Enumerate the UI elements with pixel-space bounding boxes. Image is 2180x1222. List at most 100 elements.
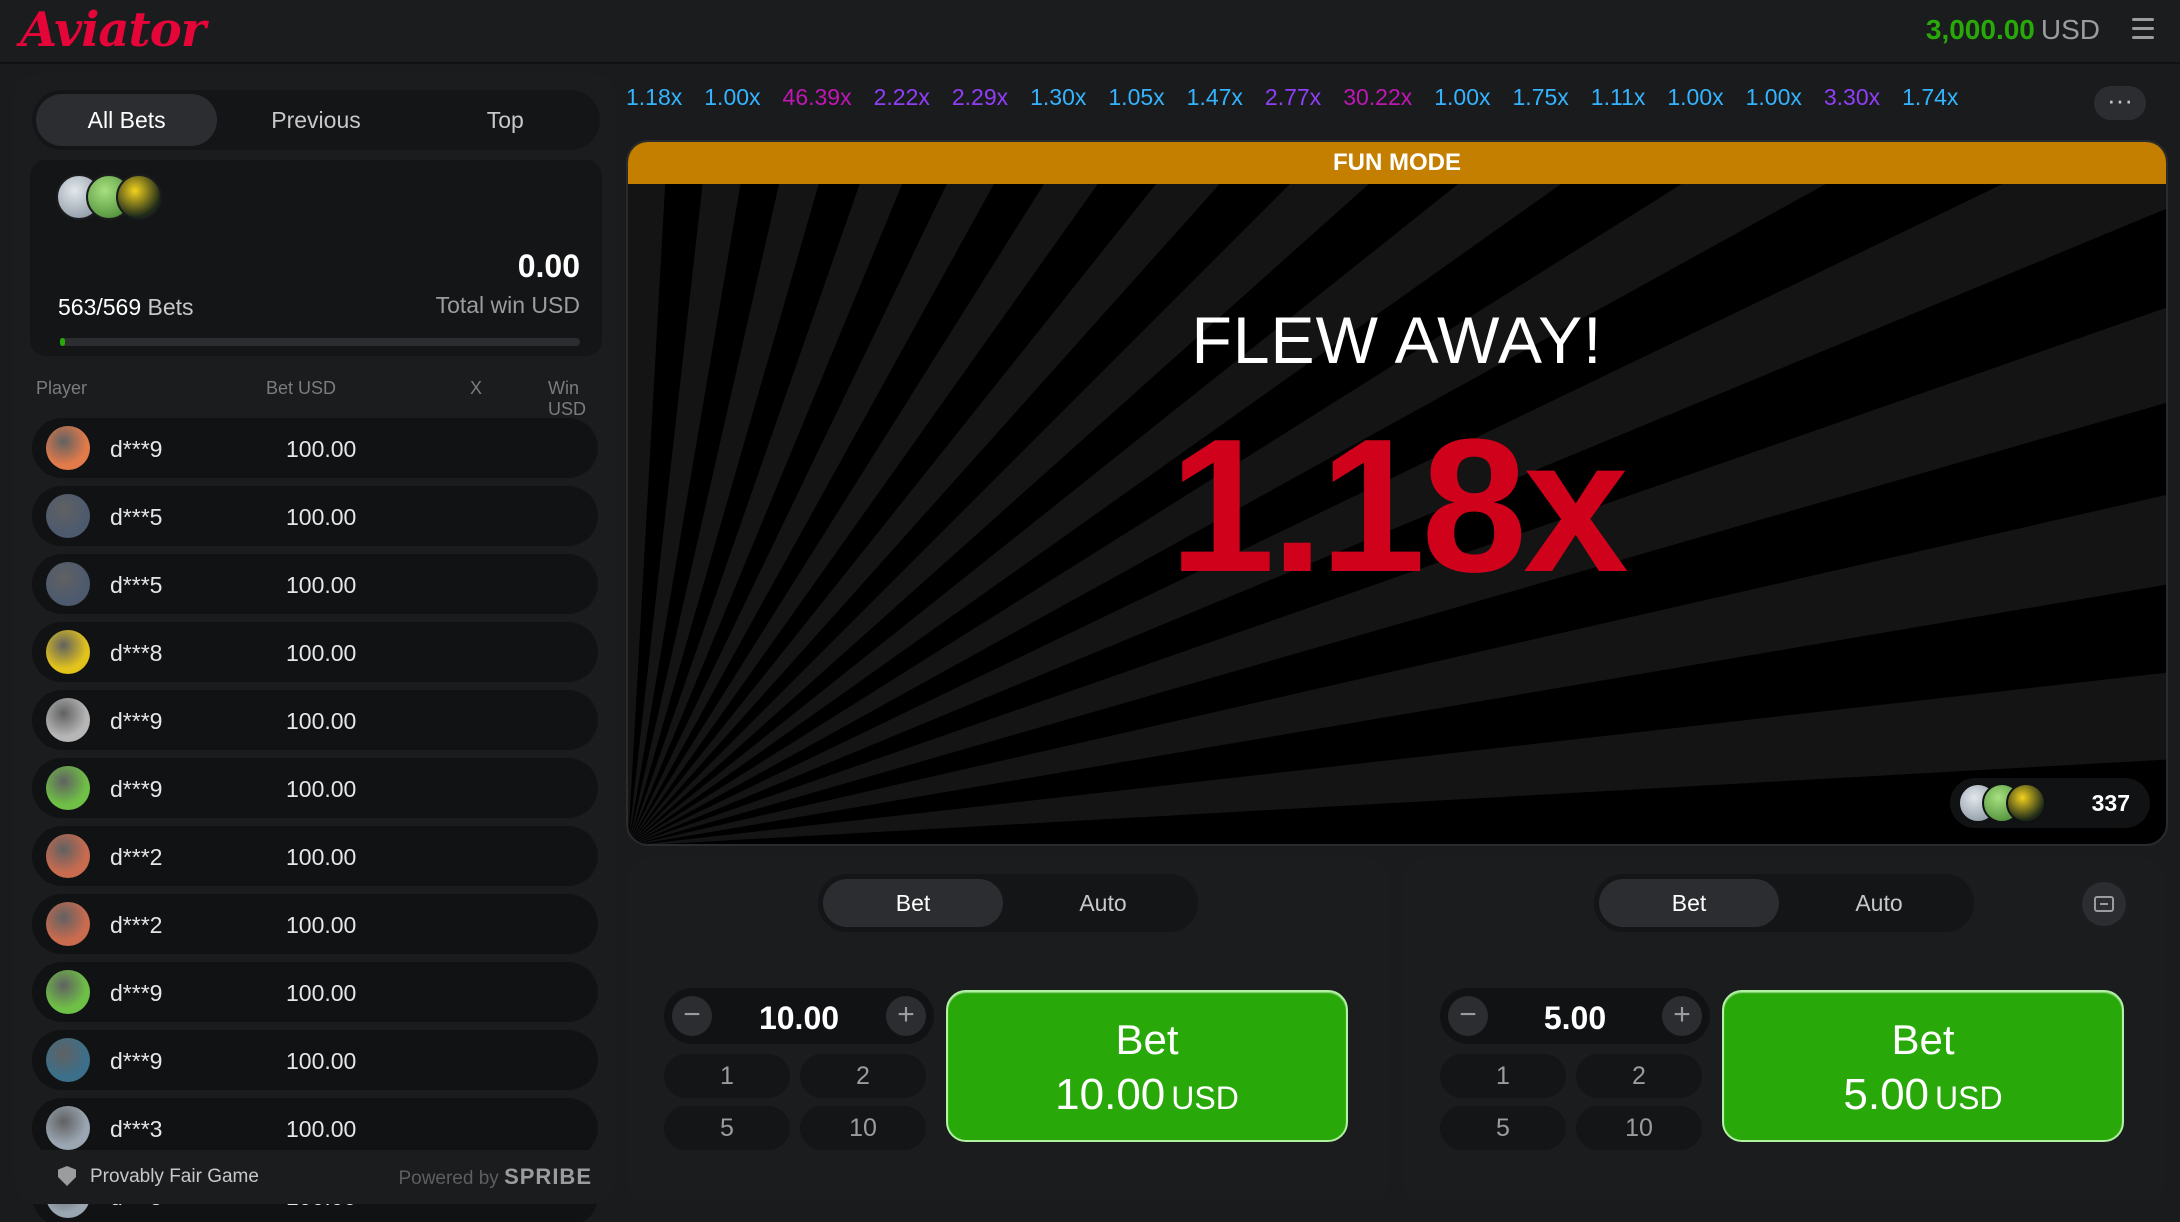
history-multiplier: 30.22x — [1343, 84, 1413, 110]
total-win-label: Total win USD — [435, 292, 580, 318]
avatar — [46, 630, 90, 674]
players-online: 337 — [1950, 778, 2150, 828]
bets-table-header: Player Bet USD X Win USD — [22, 374, 616, 419]
history-multiplier: 1.74x — [1902, 84, 1959, 110]
history-multiplier: 1.00x — [704, 84, 761, 110]
shield-icon — [58, 1166, 76, 1186]
tab-auto[interactable]: Auto — [1013, 879, 1193, 927]
player-name: d***9 — [110, 776, 163, 802]
hamburger-menu-icon[interactable] — [2132, 18, 2154, 40]
tab-bet[interactable]: Bet — [1599, 879, 1779, 927]
tab-top[interactable]: Top — [415, 94, 596, 146]
avatar — [46, 698, 90, 742]
table-row: d***9 100.00 — [32, 758, 598, 818]
increase-bet-button[interactable]: + — [1662, 996, 1702, 1036]
bet-mode-tabs: Bet Auto — [1594, 874, 1974, 932]
place-bet-button[interactable]: Bet 10.00 USD — [946, 990, 1348, 1142]
bet-amount: 100.00 — [286, 1116, 357, 1142]
player-name: d***9 — [110, 708, 163, 734]
increase-bet-button[interactable]: + — [886, 996, 926, 1036]
avatar — [46, 562, 90, 606]
bet-amount: 100.00 — [286, 776, 357, 802]
avatar — [46, 1038, 90, 1082]
quick-amount-1[interactable]: 1 — [1440, 1054, 1566, 1098]
history-multiplier: 2.29x — [951, 84, 1009, 110]
table-row: d***2 100.00 — [32, 826, 598, 886]
tab-bet[interactable]: Bet — [823, 879, 1003, 927]
bet-amount: 100.00 — [286, 708, 357, 734]
avatar-stack — [56, 174, 176, 222]
tab-previous[interactable]: Previous — [225, 94, 406, 146]
avatar — [46, 902, 90, 946]
table-row: d***8 100.00 — [32, 622, 598, 682]
fun-mode-banner: FUN MODE — [628, 142, 2166, 184]
table-row: d***9 100.00 — [32, 690, 598, 750]
history-multiplier: 1.00x — [1434, 84, 1491, 110]
more-history-button[interactable]: ··· — [2094, 86, 2146, 120]
quick-amount-1[interactable]: 1 — [664, 1054, 790, 1098]
bet-amount: 100.00 — [286, 844, 357, 870]
spribe-logo: SPRIBE — [504, 1164, 592, 1189]
balance-currency: USD — [2040, 14, 2100, 45]
table-row: d***9 100.00 — [32, 962, 598, 1022]
player-name: d***9 — [110, 1048, 163, 1074]
balance: 3,000.00 USD — [1926, 14, 2100, 46]
bets-progress-fill — [60, 338, 66, 346]
avatar — [2006, 783, 2046, 823]
bets-progress-bar — [60, 338, 580, 346]
bet-button-currency: USD — [1935, 1080, 2003, 1116]
avatar — [46, 426, 90, 470]
bets-list: d***9 100.00 d***5 100.00 d***5 100.00 d***8 10… — [32, 418, 598, 1222]
place-bet-button[interactable]: Bet 5.00 USD — [1722, 990, 2124, 1142]
quick-amount-10[interactable]: 10 — [1576, 1106, 1702, 1150]
player-name: d***9 — [110, 980, 163, 1006]
bet-amount-input[interactable]: 5.00 — [1490, 1000, 1660, 1037]
quick-amount-2[interactable]: 2 — [1576, 1054, 1702, 1098]
total-win-amount: 0.00 — [517, 248, 580, 284]
bets-summary: 563/569 Bets 0.00 Total win USD — [30, 160, 602, 356]
balance-amount: 3,000.00 — [1925, 14, 2035, 45]
game-canvas: FUN MODE FLEW AWAY! 1.18x 337 — [626, 140, 2168, 846]
flew-away-text: FLEW AWAY! — [1191, 303, 1603, 377]
quick-amount-5[interactable]: 5 — [1440, 1106, 1566, 1150]
decrease-bet-button[interactable]: − — [1448, 996, 1488, 1036]
powered-by: Powered by SPRIBE — [398, 1164, 592, 1189]
bet-mode-tabs: Bet Auto — [818, 874, 1198, 932]
player-name: d***8 — [110, 640, 163, 666]
table-row: d***3 100.00 — [32, 1098, 598, 1158]
history-multiplier: 1.30x — [1030, 84, 1087, 110]
bet-amount-stepper: − 5.00 + — [1440, 988, 1710, 1044]
bet-button-currency: USD — [1171, 1080, 1239, 1116]
aviator-logo: Aviator — [20, 2, 206, 58]
bet-amount: 100.00 — [286, 572, 357, 598]
bet-amount: 100.00 — [286, 980, 357, 1006]
table-row: d***2 100.00 — [32, 894, 598, 954]
quick-amount-5[interactable]: 5 — [664, 1106, 790, 1150]
history-multiplier: 1.47x — [1186, 84, 1243, 110]
decrease-bet-button[interactable]: − — [672, 996, 712, 1036]
avatar — [46, 970, 90, 1014]
history-multiplier: 1.75x — [1512, 84, 1569, 110]
history-multiplier: 1.18x — [626, 84, 683, 110]
player-name: d***3 — [110, 1116, 163, 1142]
quick-amount-10[interactable]: 10 — [800, 1106, 926, 1150]
top-bar: Aviator 3,000.00 USD — [0, 0, 2180, 64]
avatar — [46, 766, 90, 810]
bet-amount-input[interactable]: 10.00 — [714, 1000, 884, 1037]
tab-all-bets[interactable]: All Bets — [36, 94, 218, 146]
history-multiplier: 46.39x — [782, 84, 852, 110]
avatar — [116, 174, 162, 220]
tab-auto[interactable]: Auto — [1789, 879, 1969, 927]
table-row: d***5 100.00 — [32, 486, 598, 546]
history-multiplier: 2.22x — [873, 84, 930, 110]
history-multiplier: 1.11x — [1590, 84, 1646, 110]
remove-panel-icon[interactable] — [2082, 882, 2126, 926]
quick-amount-2[interactable]: 2 — [800, 1054, 926, 1098]
player-name: d***5 — [110, 504, 163, 530]
table-row: d***9 100.00 — [32, 418, 598, 478]
bet-button-label: Bet — [1115, 1016, 1179, 1063]
avatar — [46, 1106, 90, 1150]
provably-fair-link[interactable]: Provably Fair Game — [90, 1166, 259, 1188]
col-player: Player — [36, 378, 88, 398]
bet-panel-2: Bet Auto − 5.00 + 1 2 5 10 Bet 5.00 USD — [1402, 858, 2166, 1202]
